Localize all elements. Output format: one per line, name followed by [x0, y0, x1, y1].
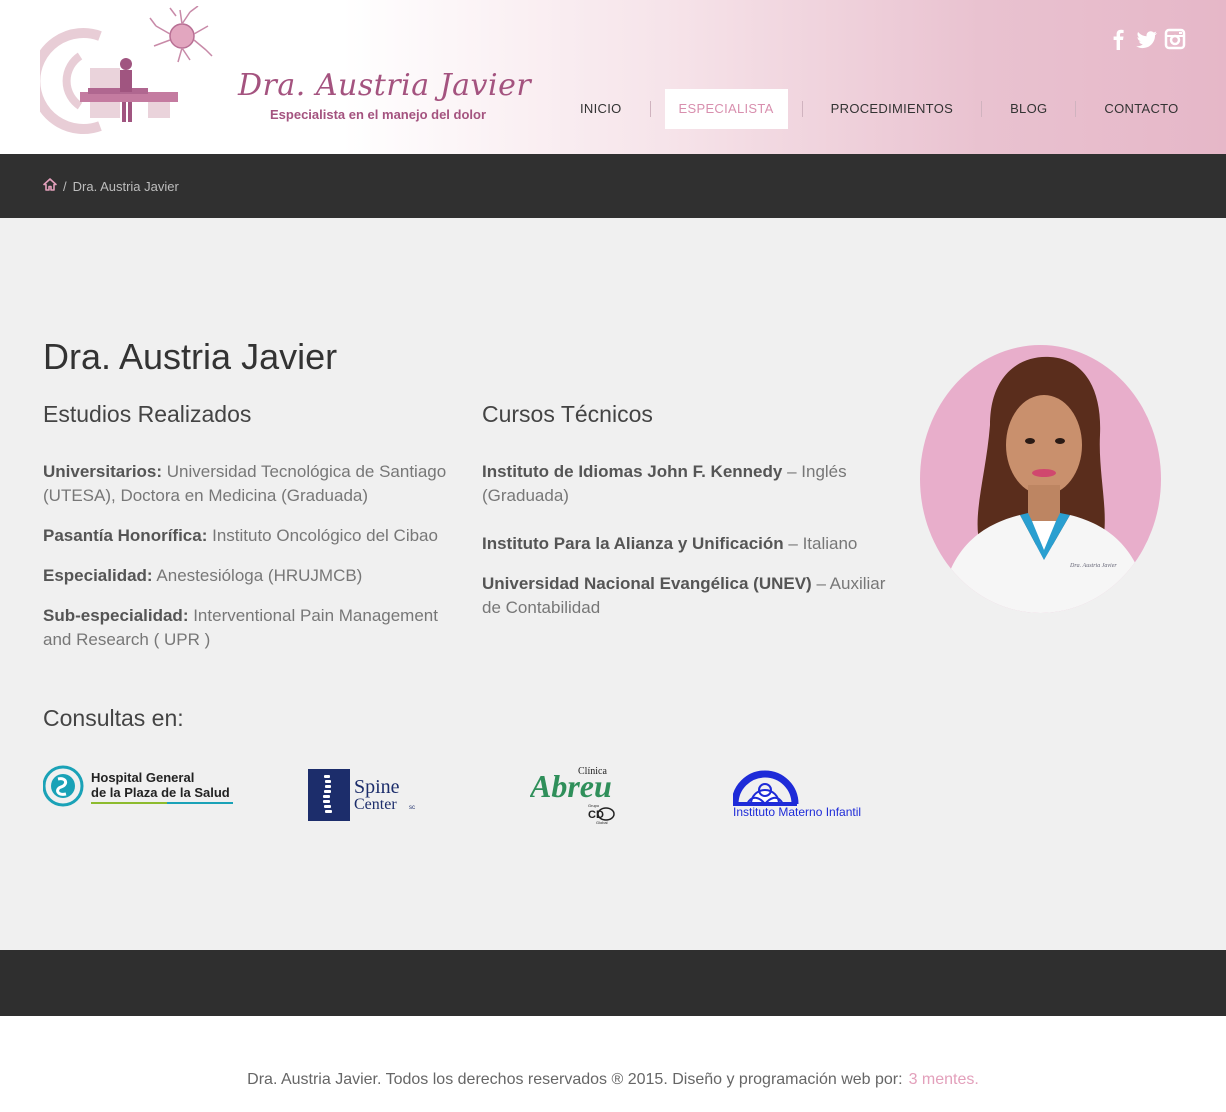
twitter-icon[interactable] [1136, 28, 1157, 50]
social-links [1108, 28, 1186, 50]
abreu-grupo: Grupo [588, 803, 600, 808]
courses-heading: Cursos Técnicos [482, 401, 653, 427]
study-item: Especialidad: Anestesióloga (HRUJMCB) [43, 564, 453, 588]
portrait-graphic: Dra. Austria Javier [940, 356, 1150, 613]
footer-band [0, 950, 1226, 1016]
site-logo[interactable]: Dra. Austria Javier Especialista en el m… [30, 5, 531, 136]
logo-subtitle: Especialista en el manejo del dolor [270, 107, 487, 122]
site-header: Dra. Austria Javier Especialista en el m… [0, 0, 1226, 154]
breadcrumb-bar: / Dra. Austria Javier [0, 154, 1226, 218]
study-label: Especialidad: [43, 566, 153, 585]
study-text: Anestesióloga (HRUJMCB) [152, 566, 363, 585]
abreu-global: Global [596, 820, 608, 825]
study-label: Pasantía Honorífica: [43, 526, 208, 545]
footer-text: Dra. Austria Javier. Todos los derechos … [0, 1071, 1226, 1089]
spine-sup: sc [409, 805, 415, 811]
study-item: Sub-especialidad: Interventional Pain Ma… [43, 604, 453, 652]
study-label: Sub-especialidad: [43, 606, 189, 625]
materno-label: Instituto Materno Infantil [733, 805, 861, 819]
course-label: Instituto Para la Alianza y Unificación [482, 534, 784, 553]
abreu-big: Abreu [530, 768, 612, 804]
hospital-line1: Hospital General [91, 770, 194, 785]
instituto-materno-infantil-logo[interactable]: Instituto Materno Infantil [731, 769, 863, 821]
nav-especialista[interactable]: ESPECIALISTA [664, 89, 788, 129]
page-title: Dra. Austria Javier [43, 336, 338, 377]
nav-divider [649, 101, 651, 117]
spine-center-logo[interactable]: Spine Center sc [308, 769, 418, 823]
study-label: Universitarios: [43, 462, 163, 481]
breadcrumb-current: Dra. Austria Javier [72, 178, 179, 194]
main-content: Dra. Austria Javier Estudios Realizados … [0, 218, 1226, 950]
course-text: – Italiano [783, 534, 858, 553]
spine-line2: Center [354, 796, 397, 813]
nav-contacto[interactable]: CONTACTO [1090, 89, 1192, 129]
study-item: Pasantía Honorífica: Instituto Oncológic… [43, 524, 453, 548]
course-item: Universidad Nacional Evangélica (UNEV) –… [482, 572, 892, 620]
main-nav: INICIO ESPECIALISTA PROCEDIMIENTOS BLOG … [566, 89, 1193, 129]
consultas-heading: Consultas en: [43, 705, 184, 731]
nav-inicio[interactable]: INICIO [566, 89, 636, 129]
studies-heading: Estudios Realizados [43, 401, 252, 427]
spine-line1: Spine [354, 776, 400, 798]
breadcrumb-separator: / [63, 178, 67, 194]
nav-procedimientos[interactable]: PROCEDIMIENTOS [817, 89, 967, 129]
course-label: Instituto de Idiomas John F. Kennedy [482, 462, 783, 481]
doctor-portrait: Dra. Austria Javier [920, 345, 1161, 613]
hospital-line2: de la Plaza de la Salud [91, 785, 230, 800]
copyright-text: Dra. Austria Javier. Todos los derechos … [247, 1071, 903, 1088]
nav-divider [1075, 101, 1077, 117]
nav-divider [801, 101, 803, 117]
breadcrumb: / Dra. Austria Javier [43, 178, 179, 194]
course-item: Instituto de Idiomas John F. Kennedy – I… [482, 460, 892, 508]
course-label: Universidad Nacional Evangélica (UNEV) [482, 574, 812, 593]
developer-link[interactable]: 3 mentes. [909, 1071, 979, 1088]
clinica-abreu-logo[interactable]: Clínica Abreu Grupo CD Global [528, 765, 630, 825]
course-item: Instituto Para la Alianza y Unificación … [482, 532, 892, 556]
facebook-icon[interactable] [1108, 28, 1128, 50]
site-footer: Dra. Austria Javier. Todos los derechos … [0, 1016, 1226, 1112]
hospital-general-logo[interactable]: Hospital General de la Plaza de la Salud [42, 765, 243, 809]
home-icon[interactable] [43, 178, 57, 194]
nav-blog[interactable]: BLOG [996, 89, 1061, 129]
nav-divider [981, 101, 983, 117]
portrait-caption-text: Dra. Austria Javier [1069, 563, 1117, 569]
instagram-icon[interactable] [1164, 28, 1186, 50]
logo-title: Dra. Austria Javier [238, 68, 532, 103]
study-text: Instituto Oncológico del Cibao [207, 526, 438, 545]
study-item: Universitarios: Universidad Tecnológica … [43, 460, 453, 508]
